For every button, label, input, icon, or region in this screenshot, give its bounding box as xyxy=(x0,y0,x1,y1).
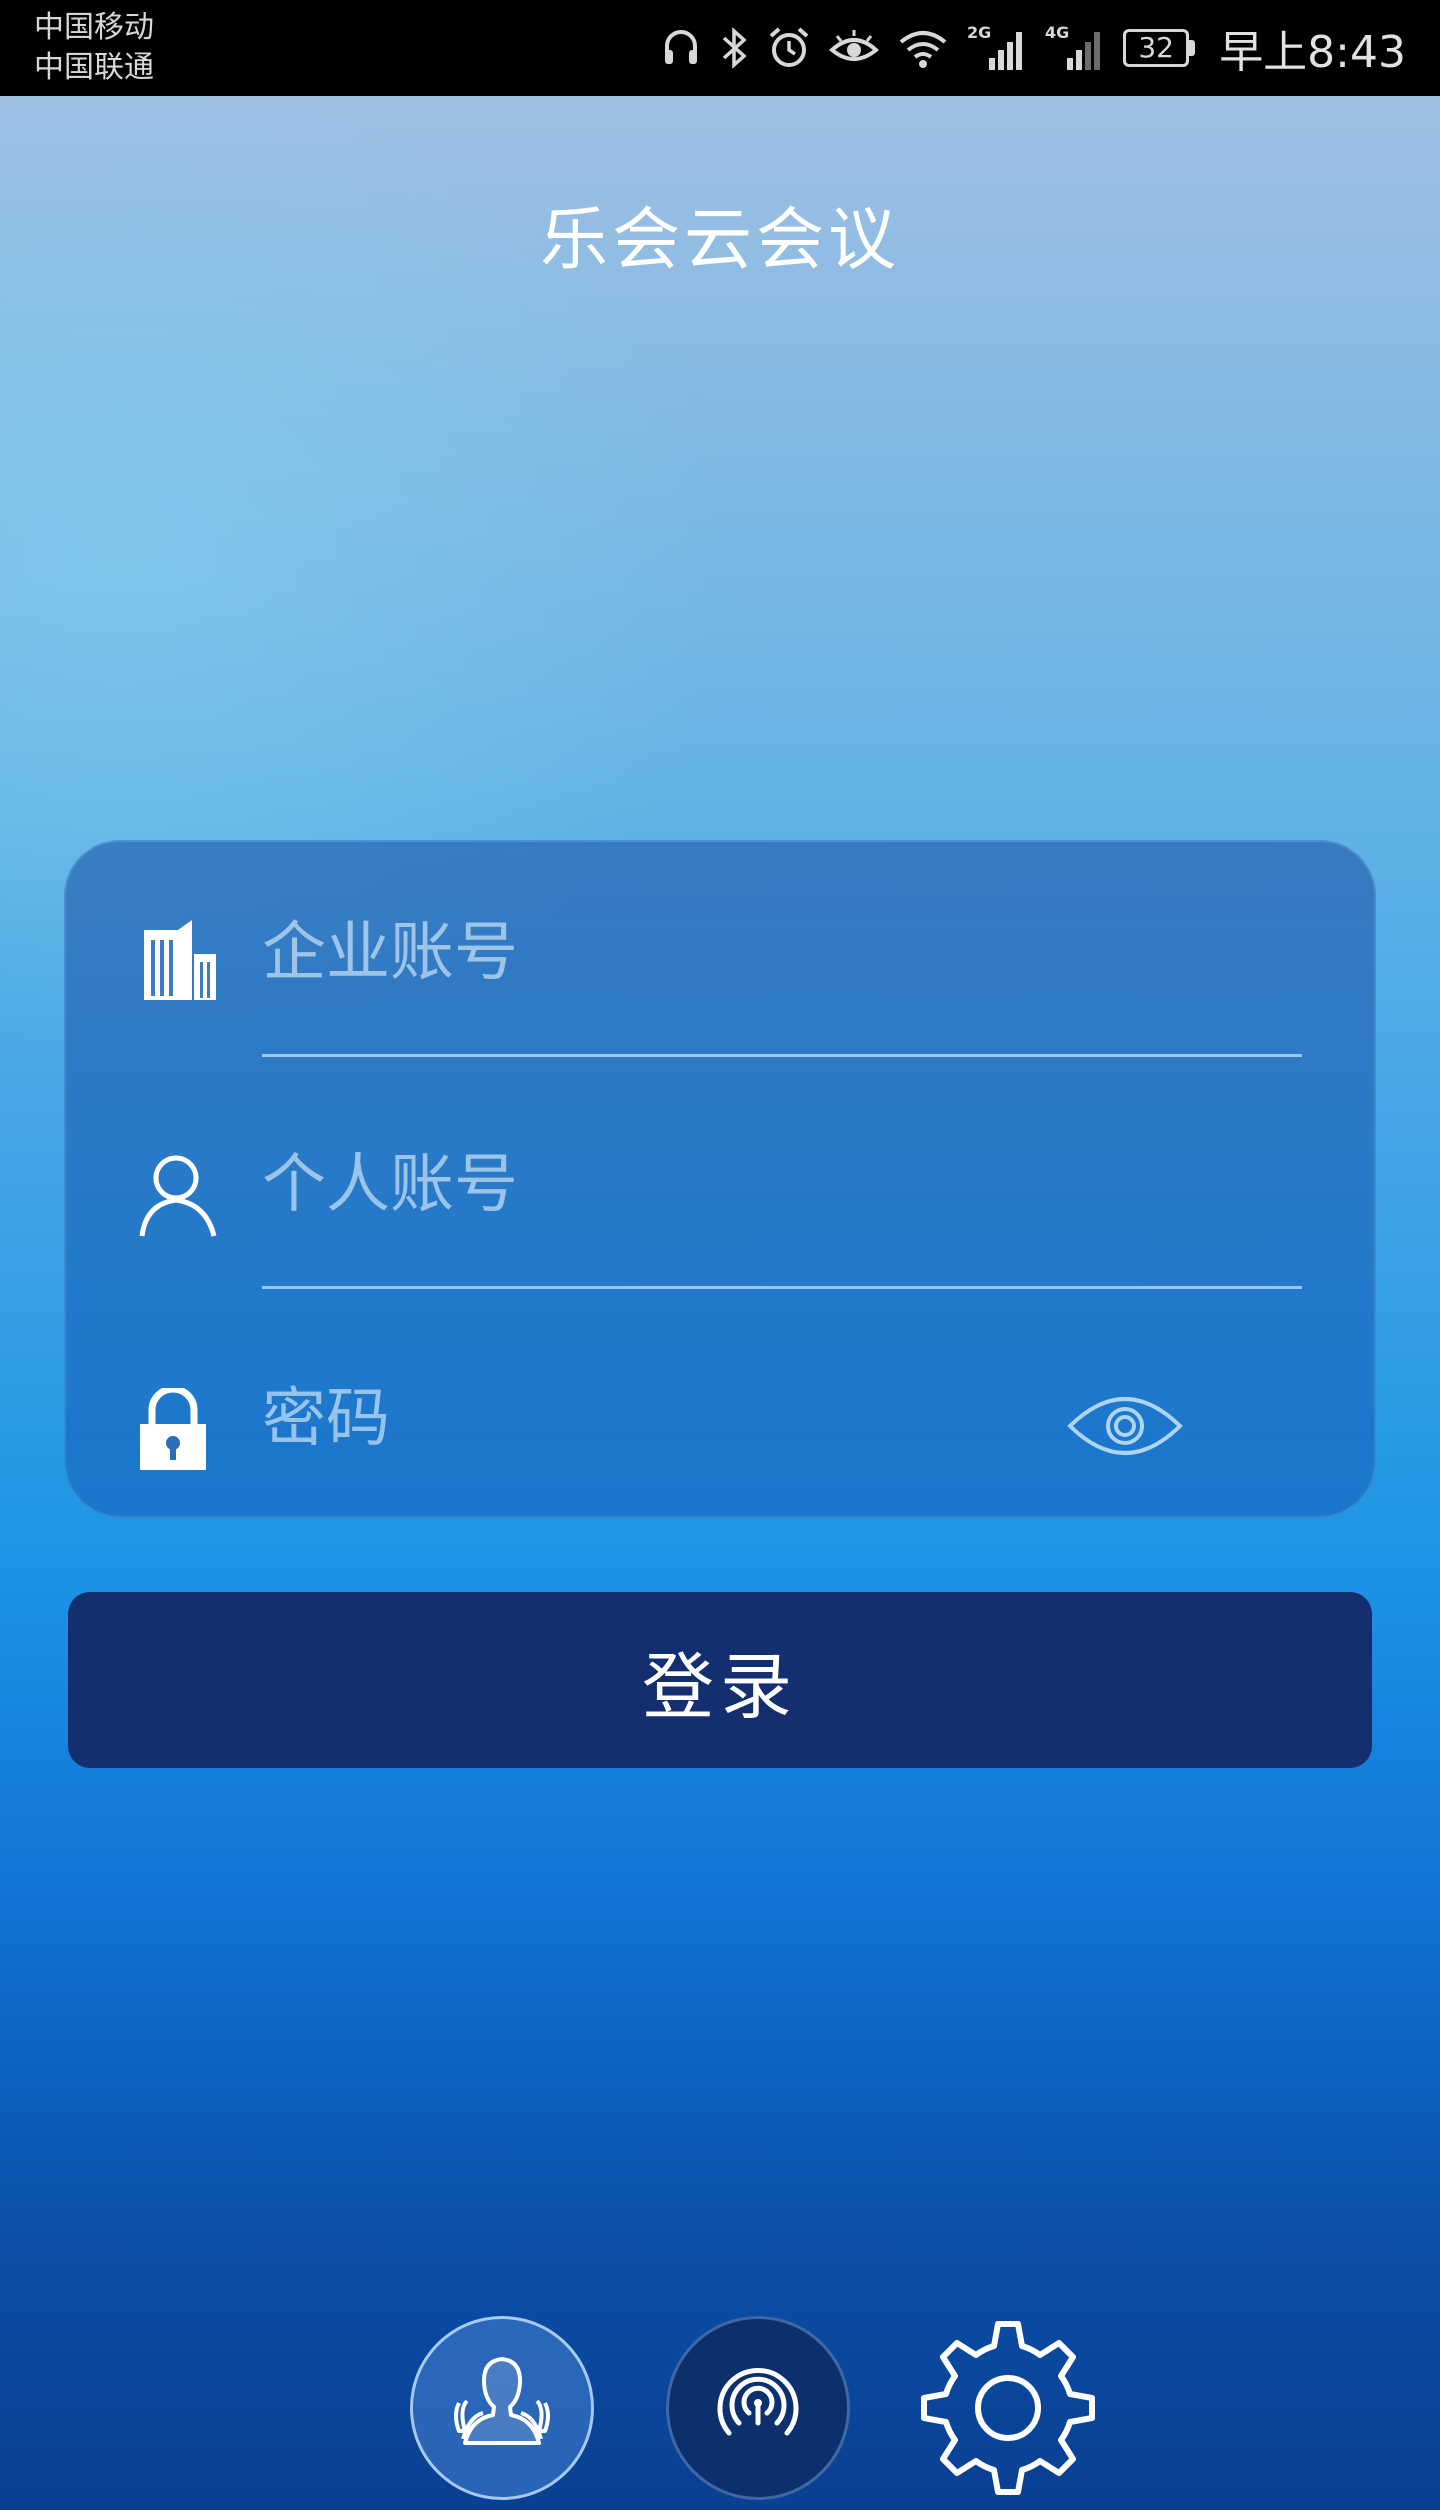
personal-account-input[interactable] xyxy=(262,1130,1302,1240)
carrier-info: 中国移动 中国联通 xyxy=(34,8,154,88)
user-icon xyxy=(138,1154,220,1242)
enterprise-account-row xyxy=(66,842,1378,1062)
wireless-button[interactable] xyxy=(666,2316,850,2500)
network-1-label: 2G xyxy=(967,24,991,42)
building-icon xyxy=(138,918,218,1004)
eye-icon[interactable] xyxy=(1066,1388,1184,1468)
status-bar: 中国移动 中国联通 2G 4G 32 早上8:43 xyxy=(0,0,1440,96)
enterprise-account-input[interactable] xyxy=(262,898,1302,1008)
battery-level: 32 xyxy=(1123,29,1190,67)
network-2-label: 4G xyxy=(1045,24,1069,42)
status-clock: 早上8:43 xyxy=(1219,27,1406,78)
battery-icon: 32 xyxy=(1123,29,1196,67)
app-title: 乐会云会议 xyxy=(539,201,900,280)
alarm-icon xyxy=(767,26,811,70)
wifi-icon xyxy=(897,26,949,70)
signal-2g-icon: 2G xyxy=(967,24,1027,72)
carrier-1: 中国移动 xyxy=(34,10,154,45)
lock-icon xyxy=(138,1385,208,1474)
login-form xyxy=(64,840,1376,1518)
eye-comfort-icon xyxy=(829,28,880,68)
carrier-2: 中国联通 xyxy=(34,50,154,85)
enterprise-account-underline xyxy=(262,1054,1302,1057)
personal-account-underline xyxy=(262,1286,1302,1289)
headset-icon xyxy=(661,26,701,70)
bluetooth-icon xyxy=(719,25,749,71)
contacts-button[interactable] xyxy=(410,2316,594,2500)
signal-4g-icon: 4G xyxy=(1045,24,1105,72)
status-icons: 2G 4G 32 早上8:43 xyxy=(661,0,1406,96)
password-row xyxy=(66,1306,1378,1526)
personal-account-row xyxy=(66,1074,1378,1294)
login-button[interactable]: 登录 xyxy=(68,1592,1372,1768)
password-input[interactable] xyxy=(262,1364,1102,1474)
settings-button[interactable] xyxy=(916,2316,1100,2500)
